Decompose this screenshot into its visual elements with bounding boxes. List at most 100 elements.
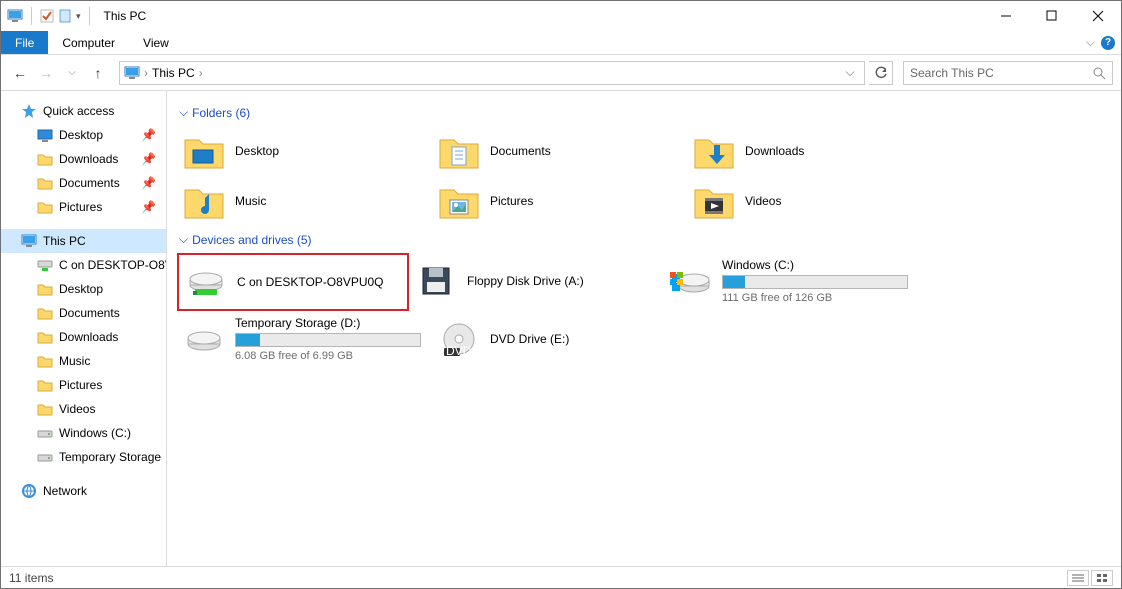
sidebar-item-label: Temporary Storage	[59, 450, 161, 464]
maximize-button[interactable]	[1029, 1, 1075, 31]
sidebar-item[interactable]: Documents	[1, 301, 166, 325]
sidebar-item-label: Documents	[59, 306, 120, 320]
floppy-icon	[415, 260, 457, 302]
tab-computer[interactable]: Computer	[48, 31, 129, 54]
sidebar-item-label: C on DESKTOP-O8V	[59, 258, 167, 272]
drive-item[interactable]: Windows (C:) 111 GB free of 126 GB	[664, 253, 919, 309]
desktop-icon	[183, 130, 225, 172]
window-title: This PC	[104, 9, 147, 23]
sidebar-item-documents[interactable]: Documents📌	[1, 171, 166, 195]
navigation-pane: Quick access Desktop📌Downloads📌Documents…	[1, 91, 167, 566]
qat-new-folder-icon[interactable]	[58, 9, 72, 23]
drive-item[interactable]: DVD DVD Drive (E:)	[432, 311, 687, 367]
ribbon-expand-icon[interactable]: ⌵	[1086, 35, 1095, 50]
details-view-button[interactable]	[1067, 570, 1089, 586]
refresh-button[interactable]	[869, 61, 893, 85]
sidebar-item[interactable]: Videos	[1, 397, 166, 421]
chevron-down-icon: ⌵	[179, 105, 188, 120]
breadcrumb[interactable]: This PC	[152, 66, 195, 80]
documents-icon	[438, 130, 480, 172]
folder-item-pictures[interactable]: Pictures	[432, 176, 687, 226]
sidebar-item-downloads[interactable]: Downloads📌	[1, 147, 166, 171]
folder-label: Videos	[745, 194, 781, 208]
sidebar-item-network[interactable]: Network	[1, 479, 166, 503]
sidebar-item-desktop[interactable]: Desktop📌	[1, 123, 166, 147]
sidebar-item-label: Desktop	[59, 282, 103, 296]
sidebar-item-label: Windows (C:)	[59, 426, 131, 440]
sidebar-item-quick-access[interactable]: Quick access	[1, 99, 166, 123]
drive-label: Windows (C:)	[722, 258, 908, 272]
navigation-bar: ← → ⌵ ↑ › This PC › ⌵ Search This PC	[1, 55, 1121, 91]
folder-icon	[37, 377, 53, 393]
downloads-icon	[693, 130, 735, 172]
folder-item-videos[interactable]: Videos	[687, 176, 942, 226]
search-input[interactable]: Search This PC	[903, 61, 1113, 85]
sidebar-item-label: This PC	[43, 234, 86, 248]
drive-icon	[37, 425, 53, 441]
drive-label: DVD Drive (E:)	[490, 332, 569, 346]
ribbon: File Computer View ⌵ ?	[1, 31, 1121, 55]
status-bar: 11 items	[1, 566, 1121, 588]
drive-item[interactable]: Floppy Disk Drive (A:)	[409, 253, 664, 309]
sidebar-item[interactable]: Desktop	[1, 277, 166, 301]
group-header-drives[interactable]: ⌵ Devices and drives (5)	[179, 232, 1121, 247]
documents-icon	[37, 175, 53, 191]
help-icon[interactable]: ?	[1101, 36, 1115, 50]
storage-bar	[722, 275, 908, 289]
pin-icon: 📌	[141, 128, 156, 142]
tab-file[interactable]: File	[1, 31, 48, 54]
pictures-icon	[438, 180, 480, 222]
sidebar-item-label: Quick access	[43, 104, 114, 118]
qat-dropdown-icon[interactable]: ▾	[76, 11, 81, 22]
address-history-icon[interactable]: ⌵	[840, 65, 860, 80]
group-header-folders[interactable]: ⌵ Folders (6)	[179, 105, 1121, 120]
sidebar-item[interactable]: Pictures	[1, 373, 166, 397]
breadcrumb-chevron[interactable]: ›	[144, 66, 148, 80]
folder-label: Downloads	[745, 144, 804, 158]
qat-properties-icon[interactable]	[40, 9, 54, 23]
sidebar-item-label: Downloads	[59, 152, 118, 166]
minimize-button[interactable]	[983, 1, 1029, 31]
large-icons-view-button[interactable]	[1091, 570, 1113, 586]
sidebar-item[interactable]: C on DESKTOP-O8V	[1, 253, 166, 277]
videos-icon	[693, 180, 735, 222]
sidebar-item[interactable]: Temporary Storage	[1, 445, 166, 469]
folder-label: Documents	[490, 144, 551, 158]
pictures-icon	[37, 199, 53, 215]
sidebar-item-label: Music	[59, 354, 90, 368]
folder-label: Desktop	[235, 144, 279, 158]
tab-view[interactable]: View	[129, 31, 183, 54]
drive-label: Temporary Storage (D:)	[235, 316, 421, 330]
address-bar[interactable]: › This PC › ⌵	[119, 61, 865, 85]
back-button[interactable]: ←	[9, 62, 31, 84]
folder-icon	[37, 305, 53, 321]
drive-item[interactable]: C on DESKTOP-O8VPU0Q	[177, 253, 409, 311]
folder-item-downloads[interactable]: Downloads	[687, 126, 942, 176]
storage-bar	[235, 333, 421, 347]
sidebar-item[interactable]: Windows (C:)	[1, 421, 166, 445]
folder-item-music[interactable]: Music	[177, 176, 432, 226]
sidebar-item-this-pc[interactable]: This PC	[1, 229, 166, 253]
breadcrumb-chevron[interactable]: ›	[199, 66, 203, 80]
drive-label: Floppy Disk Drive (A:)	[467, 274, 584, 288]
svg-text:DVD: DVD	[446, 344, 472, 358]
sidebar-item[interactable]: Music	[1, 349, 166, 373]
folder-item-desktop[interactable]: Desktop	[177, 126, 432, 176]
folder-icon	[37, 281, 53, 297]
desktop-icon	[37, 127, 53, 143]
forward-button[interactable]: →	[35, 62, 57, 84]
sidebar-item-pictures[interactable]: Pictures📌	[1, 195, 166, 219]
folder-item-documents[interactable]: Documents	[432, 126, 687, 176]
recent-locations-icon[interactable]: ⌵	[61, 62, 83, 84]
drive-free-text: 111 GB free of 126 GB	[722, 292, 908, 304]
downloads-icon	[37, 151, 53, 167]
sidebar-item-label: Downloads	[59, 330, 118, 344]
this-pc-icon	[21, 233, 37, 249]
up-button[interactable]: ↑	[87, 62, 109, 84]
pin-icon: 📌	[141, 200, 156, 214]
drive-item[interactable]: Temporary Storage (D:)6.08 GB free of 6.…	[177, 311, 432, 367]
sidebar-item[interactable]: Downloads	[1, 325, 166, 349]
netdrive-icon	[185, 261, 227, 303]
close-button[interactable]	[1075, 1, 1121, 31]
folder-icon	[37, 401, 53, 417]
